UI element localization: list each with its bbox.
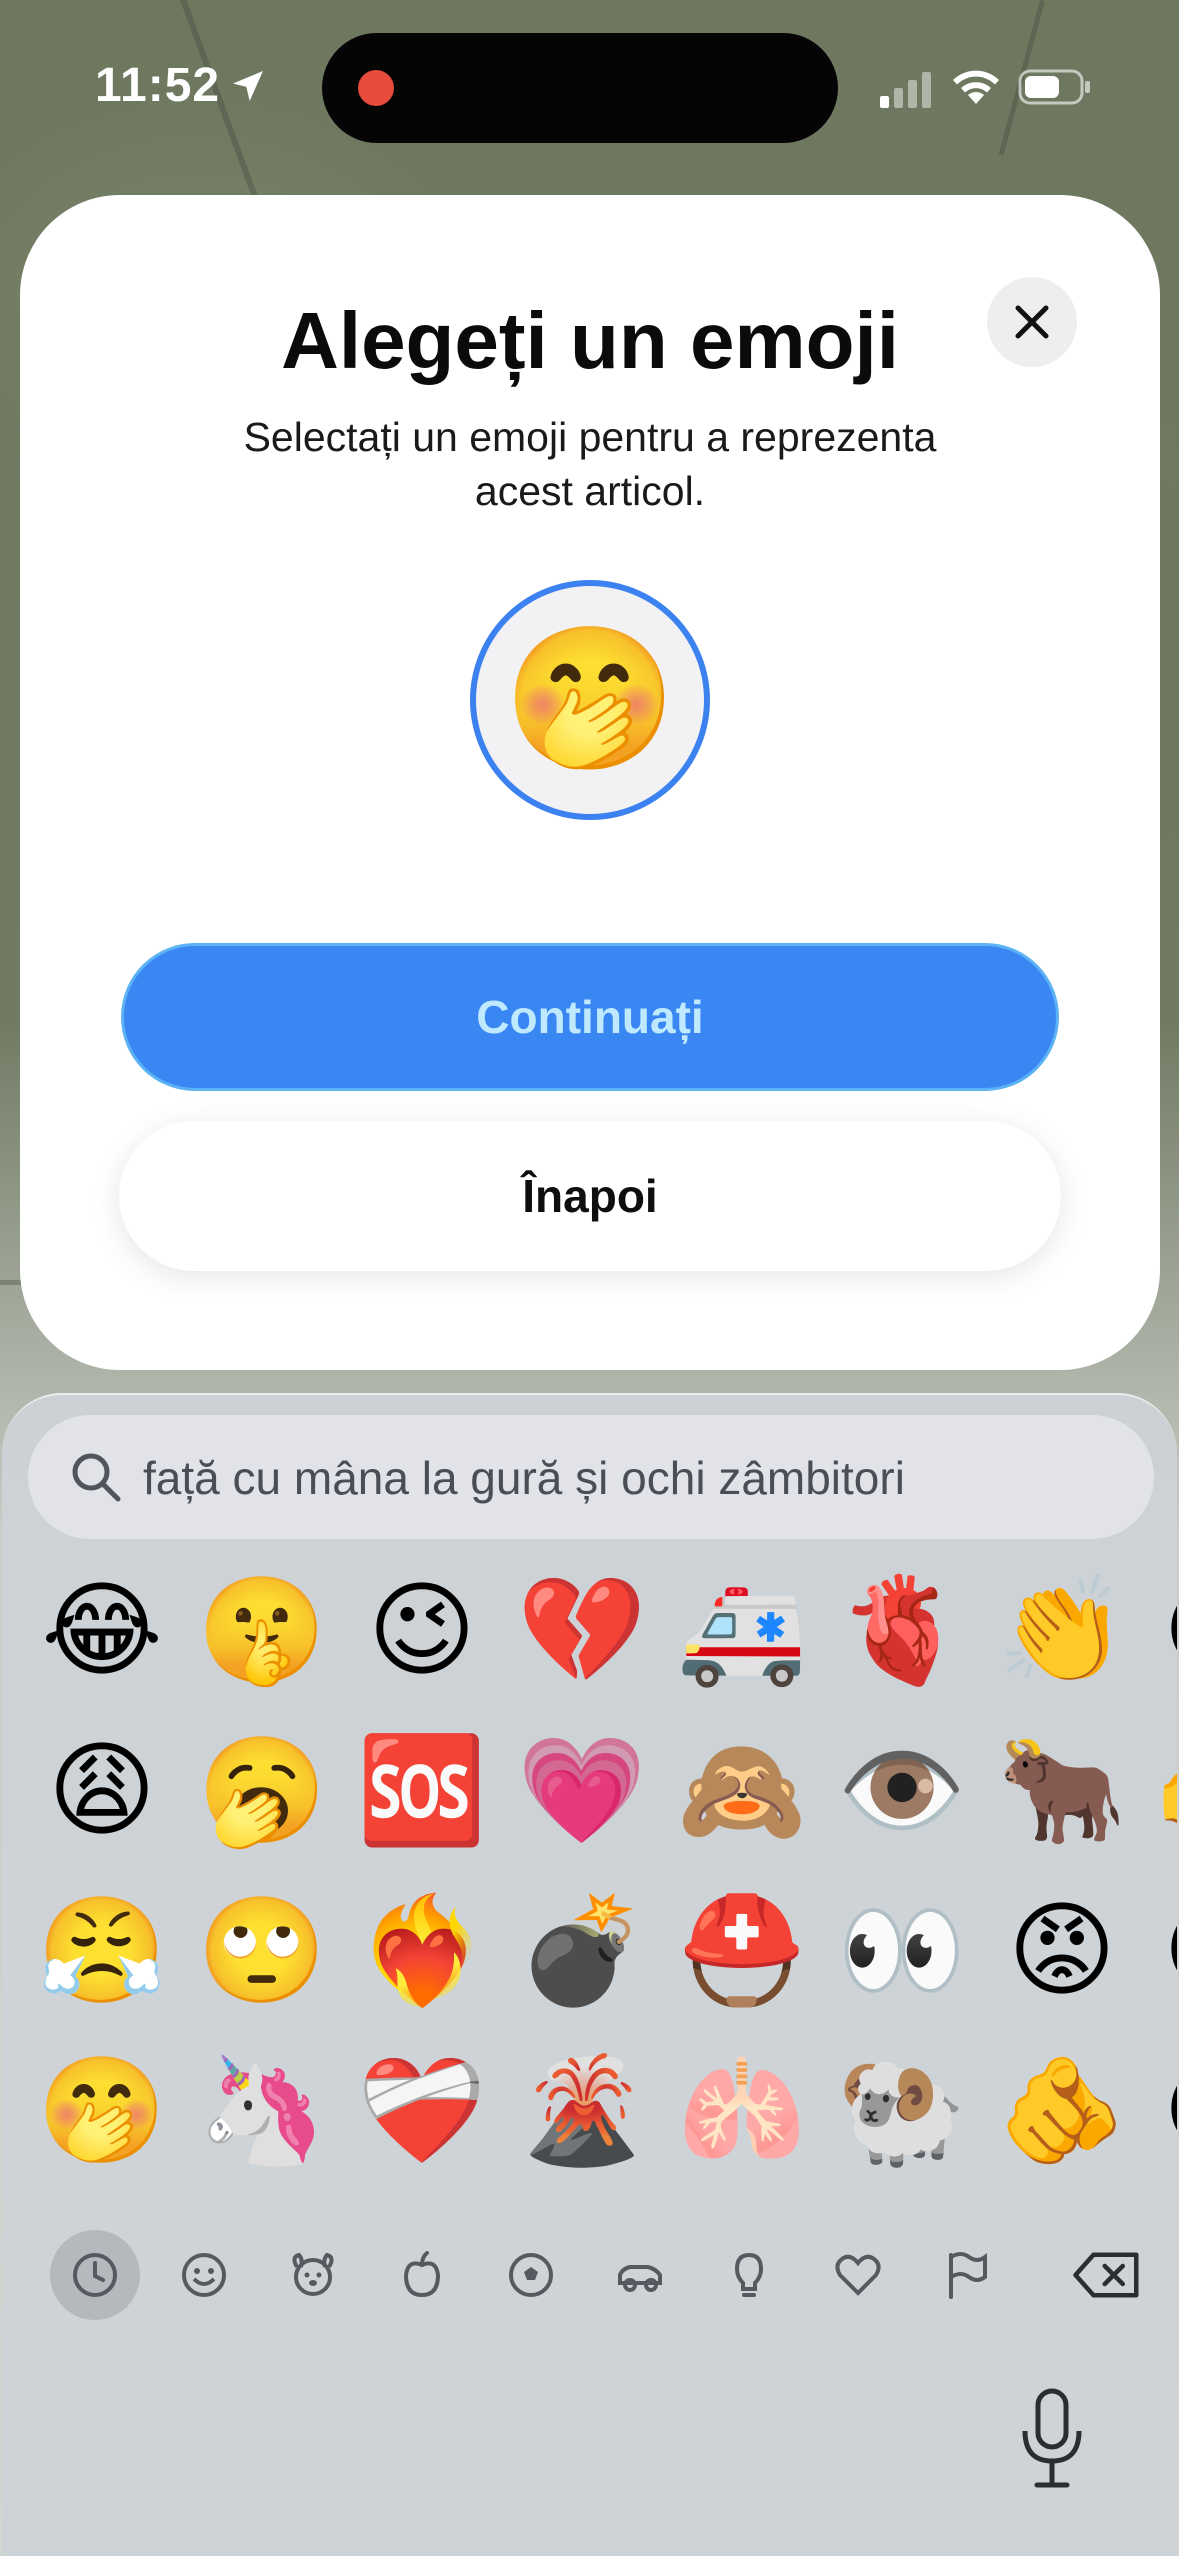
sports-icon [509,2253,553,2297]
travel-icon [618,2265,662,2292]
emoji-key[interactable]: 😡 [987,1875,1137,2025]
emoji-key[interactable]: 🐏 [827,2035,977,2185]
objects-icon [734,2252,764,2297]
category-objects[interactable] [704,2230,794,2320]
category-activity[interactable] [486,2230,576,2320]
emoji-key[interactable]: 👁️ [827,1715,977,1865]
emoji-key[interactable]: 🐂 [987,1715,1137,1865]
category-food[interactable] [377,2230,467,2320]
emoji-key[interactable]: 🫀 [827,1555,977,1705]
emoji-key[interactable]: 🤫 [187,1555,337,1705]
search-text: față cu mâna la gură și ochi zâmbitori [143,1452,905,1504]
emoji-key[interactable]: 🤭 [27,2035,177,2185]
emoji-key[interactable]: 😂 [27,1555,177,1705]
emoji-key[interactable]: 🫁 [667,2035,817,2185]
emoji-search-input[interactable]: față cu mâna la gură și ochi zâmbitori [28,1415,1154,1539]
modal-subtitle: Selectați un emoji pentru a reprezenta a… [243,414,937,514]
emoji-grid: 😂🤫😉💔🚑🫀👏😊 😩🥱🆘💗🙈👁️🐂👉 😤🙄❤️‍🔥💣⛑️👀😡😢 🤭🦄❤️‍🩹🌋🫁🐏🫵😀 [2,1555,1177,2195]
battery-icon [1018,69,1090,105]
category-travel[interactable] [595,2230,685,2320]
emoji-key[interactable]: 😉 [347,1555,497,1705]
recording-indicator-icon [358,70,394,106]
wifi-icon [953,70,999,104]
status-time: 11:52 [95,59,221,112]
emoji-key[interactable]: 🆘 [347,1715,497,1865]
continue-button[interactable]: Continuați [121,943,1059,1091]
flags-icon [949,2252,987,2299]
emoji-picker-modal: Alegeți un emoji Selectați un emoji pent… [20,195,1160,1370]
location-arrow-icon [233,71,263,101]
category-animals[interactable] [268,2230,358,2320]
status-bar: 11:52 [0,0,1179,170]
category-flags[interactable] [922,2230,1012,2320]
emoji-key[interactable]: 💔 [507,1555,657,1705]
category-recent[interactable] [50,2230,140,2320]
back-button[interactable]: Înapoi [119,1121,1061,1271]
food-icon [403,2251,441,2298]
emoji-key[interactable]: 👏 [987,1555,1137,1705]
emoji-key[interactable]: 🙈 [667,1715,817,1865]
search-icon [72,1453,121,1502]
emoji-key[interactable]: ❤️‍🩹 [347,2035,497,2185]
smiley-icon [182,2253,226,2297]
emoji-key[interactable]: 👀 [827,1875,977,2025]
symbols-icon [835,2254,881,2296]
emoji-key[interactable]: 😀 [1142,2035,1177,2185]
selected-emoji-preview[interactable]: 🤭 [470,580,710,820]
microphone-icon[interactable] [1007,2385,1097,2495]
emoji-key[interactable]: 😤 [27,1875,177,2025]
emoji-key[interactable]: 💗 [507,1715,657,1865]
category-bar [2,2205,1177,2325]
emoji-key[interactable]: 🚑 [667,1555,817,1705]
signal-icon [880,72,931,108]
emoji-key[interactable]: 😩 [27,1715,177,1865]
delete-icon [1073,2252,1139,2298]
emoji-key[interactable]: 😊 [1142,1555,1177,1705]
emoji-key[interactable]: 🥱 [187,1715,337,1865]
emoji-key[interactable]: 👉 [1142,1715,1177,1865]
delete-button[interactable] [1057,2230,1157,2320]
dynamic-island [322,33,838,143]
emoji-key[interactable]: 🫵 [987,2035,1137,2185]
animal-icon [292,2252,334,2296]
emoji-key[interactable]: 🌋 [507,2035,657,2185]
emoji-key[interactable]: ⛑️ [667,1875,817,2025]
emoji-key[interactable]: 🦄 [187,2035,337,2185]
emoji-keyboard: față cu mâna la gură și ochi zâmbitori 😂… [2,1393,1177,2556]
emoji-key[interactable]: 💣 [507,1875,657,2025]
category-smileys[interactable] [159,2230,249,2320]
emoji-key[interactable]: 😢 [1142,1875,1177,2025]
modal-title: Alegeți un emoji [281,296,899,385]
recent-icon [73,2253,117,2297]
emoji-key[interactable]: 🙄 [187,1875,337,2025]
category-symbols[interactable] [813,2230,903,2320]
emoji-key[interactable]: ❤️‍🔥 [347,1875,497,2025]
